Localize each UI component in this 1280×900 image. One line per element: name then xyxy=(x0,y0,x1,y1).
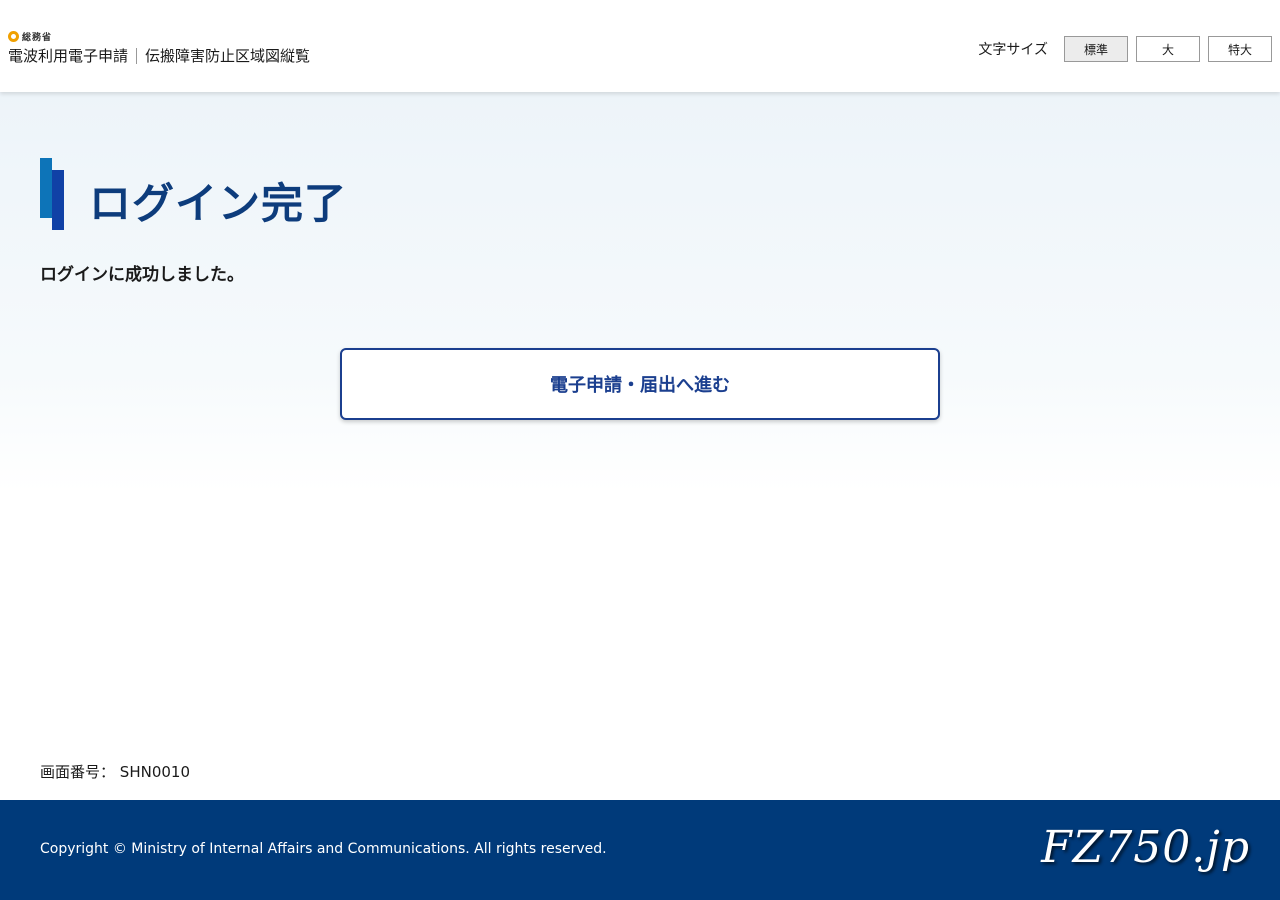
site-footer: Copyright © Ministry of Internal Affairs… xyxy=(0,800,1280,900)
app-subname: 伝搬障害防止区域図縦覧 xyxy=(145,47,311,65)
title-accent-bar-light xyxy=(40,158,52,218)
screen-number: 画面番号： SHN0010 xyxy=(40,761,190,782)
font-size-standard-button[interactable]: 標準 xyxy=(1064,36,1128,62)
proceed-to-application-button[interactable]: 電子申請・届出へ進む xyxy=(340,348,940,420)
font-size-control: 文字サイズ 標準 大 特大 xyxy=(978,36,1272,62)
ministry-logo-icon xyxy=(8,30,19,42)
screen-number-value: SHN0010 xyxy=(119,763,190,781)
page-title: ログイン完了 xyxy=(89,179,348,228)
font-size-label: 文字サイズ xyxy=(978,42,1048,58)
main-content: ログイン完了 ログインに成功しました。 電子申請・届出へ進む 画面番号： SHN… xyxy=(0,92,1280,800)
copyright-text: Copyright © Ministry of Internal Affairs… xyxy=(40,841,607,857)
title-accent-bar xyxy=(40,158,64,230)
font-size-xlarge-button[interactable]: 特大 xyxy=(1208,36,1272,62)
site-header: 総務省 電波利用電子申請 伝搬障害防止区域図縦覧 文字サイズ 標準 大 特大 xyxy=(0,0,1280,92)
screen-number-label: 画面番号： xyxy=(40,763,116,781)
ministry-row: 総務省 xyxy=(8,30,310,43)
title-accent-bar-dark xyxy=(52,170,64,230)
app-title-row: 電波利用電子申請 伝搬障害防止区域図縦覧 xyxy=(8,45,310,66)
watermark-text: FZ750.jp xyxy=(1041,822,1250,873)
font-size-large-button[interactable]: 大 xyxy=(1136,36,1200,62)
login-success-message: ログインに成功しました。 xyxy=(40,265,244,285)
ministry-name: 総務省 xyxy=(22,32,53,43)
site-logo[interactable]: 総務省 電波利用電子申請 伝搬障害防止区域図縦覧 xyxy=(8,30,310,66)
title-divider xyxy=(136,47,138,64)
app-name: 電波利用電子申請 xyxy=(8,47,129,65)
